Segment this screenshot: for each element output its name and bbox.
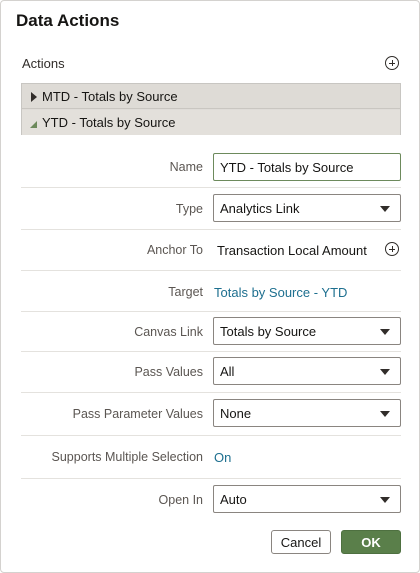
- pass-parameter-values-value: None: [220, 406, 252, 421]
- caret-down-icon: [380, 411, 390, 417]
- ok-button[interactable]: OK: [341, 530, 401, 554]
- anchor-to-row: Anchor To Transaction Local Amount: [21, 235, 401, 265]
- target-label: Target: [168, 285, 203, 299]
- data-actions-dialog: Data Actions Actions MTD - Totals by Sou…: [0, 0, 420, 573]
- name-input[interactable]: [213, 153, 401, 181]
- open-in-value: Auto: [220, 492, 247, 507]
- canvas-link-select[interactable]: Totals by Source: [213, 317, 401, 345]
- add-action-icon[interactable]: [385, 56, 399, 70]
- pass-values-value: All: [220, 364, 235, 379]
- dialog-title: Data Actions: [16, 11, 120, 30]
- canvas-link-row: Canvas Link Totals by Source: [21, 317, 401, 347]
- actions-list: MTD - Totals by Source YTD - Totals by S…: [21, 83, 401, 135]
- cancel-button[interactable]: Cancel: [271, 530, 331, 554]
- open-in-label: Open In: [158, 493, 203, 507]
- pass-parameter-values-select[interactable]: None: [213, 399, 401, 427]
- caret-down-icon: [380, 497, 390, 503]
- divider: [21, 435, 401, 436]
- target-row: Target Totals by Source - YTD: [21, 277, 401, 307]
- add-anchor-icon[interactable]: [385, 242, 399, 256]
- pass-values-label: Pass Values: [134, 365, 203, 379]
- canvas-link-value: Totals by Source: [220, 324, 317, 339]
- action-item-mtd[interactable]: MTD - Totals by Source: [22, 84, 400, 109]
- divider: [21, 229, 401, 230]
- canvas-link-label: Canvas Link: [134, 325, 203, 339]
- divider: [21, 478, 401, 479]
- pass-parameter-values-label: Pass Parameter Values: [72, 407, 203, 421]
- pass-values-row: Pass Values All: [21, 357, 401, 387]
- actions-header: Actions: [21, 53, 401, 75]
- caret-down-icon: [380, 369, 390, 375]
- type-row: Type Analytics Link: [21, 194, 401, 224]
- action-item-ytd[interactable]: YTD - Totals by Source: [22, 110, 400, 135]
- divider: [21, 270, 401, 271]
- type-value: Analytics Link: [220, 201, 300, 216]
- anchor-to-label: Anchor To: [146, 243, 203, 257]
- open-in-select[interactable]: Auto: [213, 485, 401, 513]
- divider: [21, 187, 401, 188]
- name-label: Name: [169, 160, 203, 174]
- anchor-to-value: Transaction Local Amount: [217, 243, 367, 258]
- action-item-label: YTD - Totals by Source: [42, 115, 176, 130]
- divider: [21, 392, 401, 393]
- caret-down-icon: [380, 329, 390, 335]
- divider: [21, 351, 401, 352]
- pass-values-select[interactable]: All: [213, 357, 401, 385]
- action-item-label: MTD - Totals by Source: [42, 89, 178, 104]
- supports-multiple-selection-row: Supports Multiple Selection On: [21, 442, 401, 472]
- actions-label: Actions: [22, 56, 65, 71]
- caret-down-icon: [380, 206, 390, 212]
- name-row: Name: [21, 152, 401, 182]
- collapse-icon[interactable]: [30, 121, 37, 128]
- type-label: Type: [175, 202, 203, 216]
- divider: [21, 311, 401, 312]
- open-in-row: Open In Auto: [21, 485, 401, 515]
- supports-multiple-selection-label: Supports Multiple Selection: [51, 450, 203, 464]
- pass-parameter-values-row: Pass Parameter Values None: [21, 399, 401, 429]
- supports-multiple-selection-toggle[interactable]: On: [214, 450, 231, 465]
- target-link[interactable]: Totals by Source - YTD: [214, 285, 347, 300]
- expand-icon[interactable]: [31, 92, 37, 102]
- type-select[interactable]: Analytics Link: [213, 194, 401, 222]
